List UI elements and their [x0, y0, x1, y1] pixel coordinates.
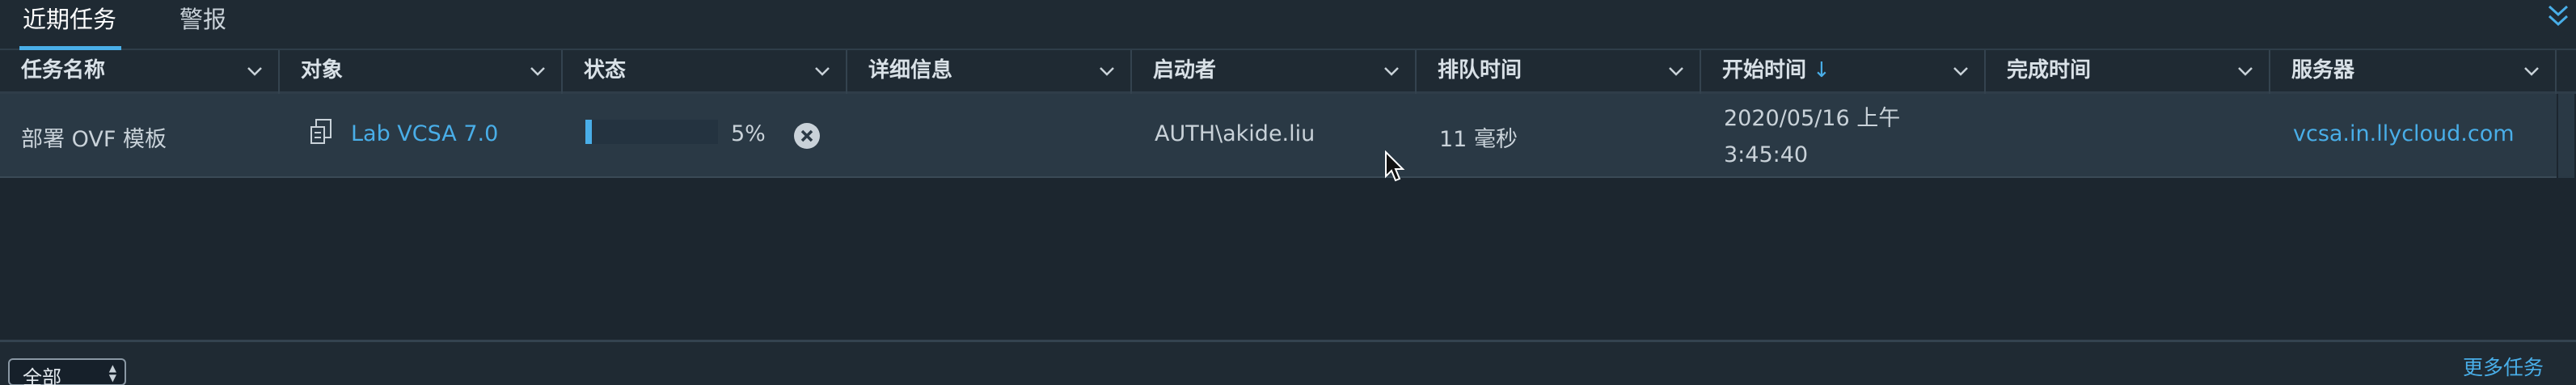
chevron-down-icon[interactable]: [813, 65, 831, 78]
cancel-task-icon[interactable]: [792, 121, 821, 150]
sort-descending-icon: ↓: [1813, 58, 1831, 82]
table-body: 部署 OVF 模板 Lab VCSA 7.0 5% AUTH\akide.liu…: [0, 94, 2576, 340]
cell-object: Lab VCSA 7.0: [280, 94, 563, 178]
chevron-down-icon[interactable]: [246, 65, 264, 78]
mouse-pointer-icon: [1385, 150, 1405, 182]
scrollbar-thumb[interactable]: [2558, 94, 2574, 178]
table-header: 任务名称 对象 状态 详细信息 启动者 排队时间 开始时间 ↓ 完成时间 服务器: [0, 50, 2576, 94]
cell-task-name: 部署 OVF 模板: [0, 94, 280, 178]
cell-queued-time: 11 毫秒: [1417, 94, 1701, 178]
column-header-object[interactable]: 对象: [280, 50, 563, 94]
column-header-label: 完成时间: [2007, 58, 2092, 82]
column-header-initiator[interactable]: 启动者: [1132, 50, 1417, 94]
queued-time-text: 11 毫秒: [1439, 127, 1518, 152]
chevron-down-icon[interactable]: [529, 65, 547, 78]
updown-arrows-icon: ▲ ▼: [108, 362, 116, 383]
progress-bar-fill: [585, 120, 593, 144]
column-header-label: 任务名称: [21, 58, 106, 82]
panel-tab-bar: 近期任务 警报: [0, 0, 2576, 50]
column-header-status[interactable]: 状态: [563, 50, 847, 94]
column-header-server[interactable]: 服务器: [2270, 50, 2557, 94]
tab-alarms[interactable]: 警报: [179, 0, 226, 50]
chevron-down-icon[interactable]: [1667, 65, 1685, 78]
column-header-task-name[interactable]: 任务名称: [0, 50, 280, 94]
task-name-text: 部署 OVF 模板: [21, 127, 167, 152]
start-time-date: 2020/05/16 上午: [1724, 106, 1901, 131]
column-header-label: 服务器: [2291, 58, 2355, 82]
cell-server: vcsa.in.llycloud.com: [2270, 94, 2557, 178]
cell-details: [847, 94, 1132, 178]
column-header-details[interactable]: 详细信息: [847, 50, 1132, 94]
column-header-queued-time[interactable]: 排队时间: [1417, 50, 1701, 94]
progress-percent: 5%: [731, 121, 766, 146]
filter-value: 全部: [23, 366, 61, 385]
panel-footer: 全部 ▲ ▼ 更多任务: [0, 340, 2576, 385]
cell-status: 5%: [563, 94, 847, 178]
vertical-scrollbar[interactable]: [2557, 94, 2576, 340]
column-header-label: 详细信息: [868, 58, 953, 82]
column-header-label: 启动者: [1153, 58, 1217, 82]
chevron-down-icon[interactable]: [2236, 65, 2254, 78]
chevron-down-icon[interactable]: [2523, 65, 2540, 78]
chevron-down-icon[interactable]: [1383, 65, 1400, 78]
cell-start-time: 2020/05/16 上午 3:45:40: [1701, 94, 1986, 178]
object-link[interactable]: Lab VCSA 7.0: [351, 121, 498, 146]
chevron-down-icon[interactable]: [1098, 65, 1116, 78]
table-row[interactable]: 部署 OVF 模板 Lab VCSA 7.0 5% AUTH\akide.liu…: [0, 94, 2557, 178]
tab-recent-tasks[interactable]: 近期任务: [19, 0, 122, 50]
cell-initiator: AUTH\akide.liu: [1132, 94, 1417, 178]
start-time-clock: 3:45:40: [1724, 142, 1809, 167]
server-link[interactable]: vcsa.in.llycloud.com: [2293, 121, 2515, 146]
column-header-label: 开始时间: [1722, 58, 1807, 82]
progress-bar: [585, 120, 718, 144]
cell-completion-time: [1986, 94, 2270, 178]
column-header-label: 对象: [301, 58, 344, 82]
column-header-start-time[interactable]: 开始时间 ↓: [1701, 50, 1986, 94]
task-filter-select[interactable]: 全部 ▲ ▼: [8, 358, 126, 385]
initiator-text: AUTH\akide.liu: [1155, 121, 1315, 146]
column-header-completion-time[interactable]: 完成时间: [1986, 50, 2270, 94]
chevron-down-icon[interactable]: [1952, 65, 1970, 78]
recent-tasks-panel: 近期任务 警报 任务名称 对象 状态 详细信息 启动者 排队时间 开始时间 ↓ …: [0, 0, 2576, 385]
column-header-label: 状态: [584, 58, 627, 82]
more-tasks-link[interactable]: 更多任务: [2463, 352, 2544, 381]
column-header-label: 排队时间: [1438, 58, 1522, 82]
collapse-panel-icon[interactable]: [2545, 3, 2571, 31]
vm-template-icon: [310, 119, 332, 144]
